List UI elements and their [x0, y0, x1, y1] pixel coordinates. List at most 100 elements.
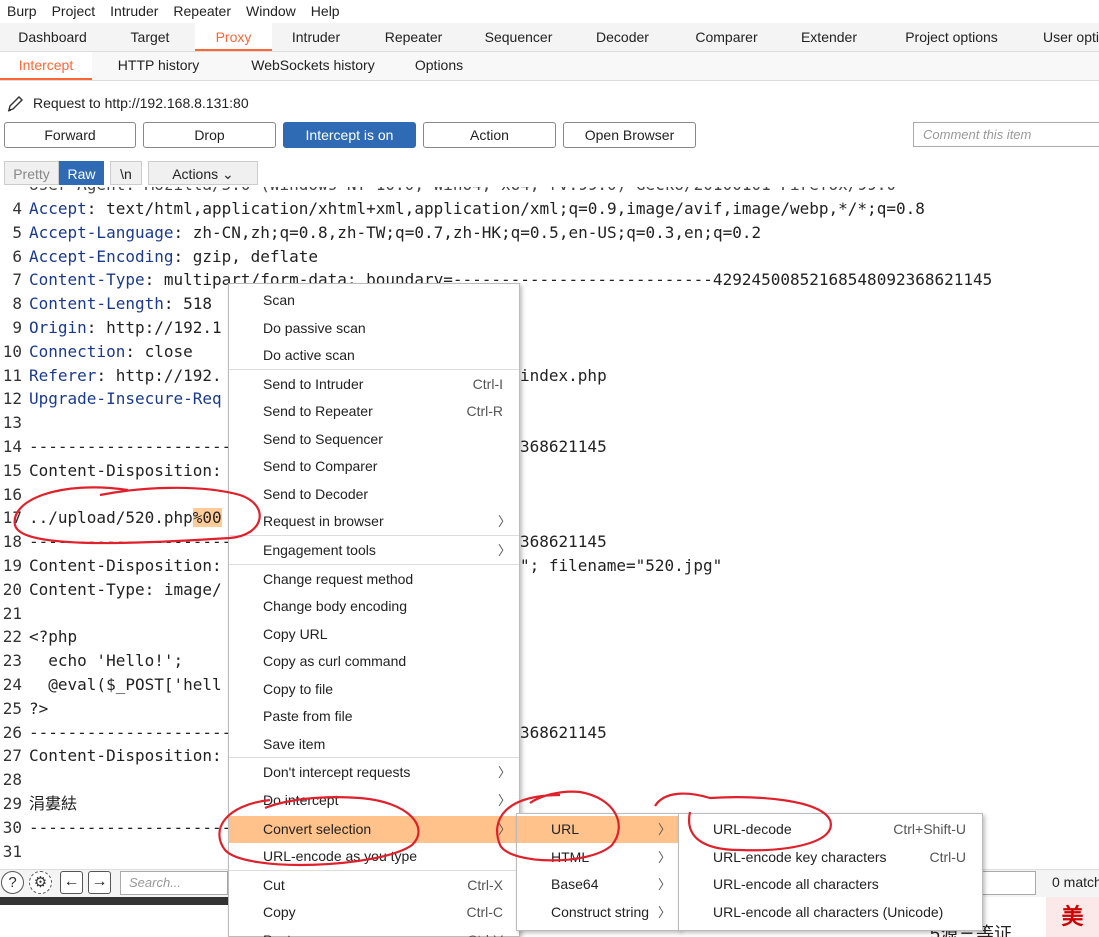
editor-line: 19 Content-Disposition:: [0, 554, 222, 578]
forward-button[interactable]: Forward: [4, 122, 136, 148]
editor-line: 21: [0, 602, 29, 626]
tab-intercept[interactable]: Intercept: [0, 52, 92, 80]
tab-user-options[interactable]: User opti: [1023, 23, 1099, 51]
tab-extender[interactable]: Extender: [778, 23, 880, 51]
menu-item-label: Paste from file: [263, 708, 353, 724]
menu-shortcut: Ctrl-C: [466, 904, 503, 920]
menu-separator: [229, 535, 519, 536]
tab-project-options[interactable]: Project options: [880, 23, 1023, 51]
menu-item-send-to-comparer[interactable]: Send to Comparer: [229, 453, 519, 480]
editor-line: 29 涓婁紶: [0, 792, 77, 816]
tab-sequencer[interactable]: Sequencer: [467, 23, 570, 51]
help-icon[interactable]: ?: [1, 871, 24, 894]
menu-item-label: URL-encode as you type: [263, 848, 418, 864]
request-editor[interactable]: User-Agent: Mozilla/5.0 (Windows NT 10.0…: [0, 187, 1099, 867]
menu-item-don-t-intercept-requests[interactable]: Don't intercept requests 〉: [229, 759, 519, 786]
chevron-right-icon: 〉: [497, 793, 511, 808]
menu-item-copy-as-curl-command[interactable]: Copy as curl command: [229, 648, 519, 675]
menu-item-cut[interactable]: Cut Ctrl-X: [229, 872, 519, 899]
menu-repeater[interactable]: Repeater: [166, 3, 239, 19]
editor-line: 27 Content-Disposition:: [0, 744, 222, 768]
tab-options[interactable]: Options: [401, 52, 477, 80]
view-raw-tab[interactable]: Raw: [59, 161, 104, 185]
show-newlines-toggle[interactable]: \n: [110, 161, 142, 185]
menu-item-label: Send to Sequencer: [263, 431, 383, 447]
menu-item-copy-url[interactable]: Copy URL: [229, 621, 519, 648]
convert-item-url[interactable]: URL 〉: [517, 816, 679, 843]
menu-item-do-active-scan[interactable]: Do active scan: [229, 342, 519, 369]
view-tabs: Pretty Raw \n Actions ⌄: [4, 161, 258, 185]
editor-line: 30 ----------------------: [0, 816, 241, 840]
tab-target[interactable]: Target: [105, 23, 195, 51]
back-arrow-icon[interactable]: ←: [60, 871, 83, 894]
menu-window[interactable]: Window: [239, 3, 304, 19]
editor-line: 28: [0, 768, 29, 792]
menu-item-send-to-repeater[interactable]: Send to Repeater Ctrl-R: [229, 398, 519, 425]
convert-selection-submenu: URL 〉 HTML 〉 Base64 〉 Construct string 〉: [516, 813, 680, 931]
menu-burp[interactable]: Burp: [0, 3, 45, 19]
line-number: 4: [12, 199, 22, 218]
comment-input[interactable]: Comment this item: [913, 122, 1099, 147]
menu-help[interactable]: Help: [304, 3, 348, 19]
drop-button[interactable]: Drop: [143, 122, 276, 148]
menu-item-send-to-intruder[interactable]: Send to Intruder Ctrl-I: [229, 371, 519, 398]
menu-item-send-to-decoder[interactable]: Send to Decoder: [229, 481, 519, 508]
intercept-toggle-button[interactable]: Intercept is on: [283, 122, 416, 148]
menu-item-label: HTML: [551, 848, 590, 865]
header-key: Origin: [29, 318, 87, 337]
menu-item-do-passive-scan[interactable]: Do passive scan: [229, 315, 519, 342]
tab-comparer[interactable]: Comparer: [675, 23, 778, 51]
menu-item-label: URL-encode key characters: [713, 848, 887, 865]
menu-item-scan[interactable]: Scan: [229, 287, 519, 314]
tab-intruder[interactable]: Intruder: [272, 23, 360, 51]
menu-item-copy-to-file[interactable]: Copy to file: [229, 676, 519, 703]
action-button[interactable]: Action: [423, 122, 556, 148]
line-text: : zh-CN,zh;q=0.8,zh-TW;q=0.7,zh-HK;q=0.5…: [173, 222, 762, 242]
convert-item-construct-string[interactable]: Construct string 〉: [517, 899, 679, 926]
forward-arrow-icon[interactable]: →: [88, 871, 111, 894]
tab-repeater[interactable]: Repeater: [360, 23, 467, 51]
menu-project[interactable]: Project: [45, 3, 104, 19]
actions-dropdown[interactable]: Actions ⌄: [148, 161, 258, 185]
tab-http-history[interactable]: HTTP history: [92, 52, 225, 80]
tab-websockets-history[interactable]: WebSockets history: [225, 52, 401, 80]
menu-item-copy[interactable]: Copy Ctrl-C: [229, 899, 519, 926]
convert-item-base64[interactable]: Base64 〉: [517, 871, 679, 898]
menu-separator: [229, 564, 519, 565]
menu-item-engagement-tools[interactable]: Engagement tools 〉: [229, 537, 519, 564]
menu-shortcut: Ctrl+Shift-U: [893, 821, 966, 837]
menu-item-save-item[interactable]: Save item: [229, 731, 519, 758]
menu-item-change-body-encoding[interactable]: Change body encoding: [229, 593, 519, 620]
menu-item-convert-selection[interactable]: Convert selection 〉: [229, 816, 519, 843]
menu-item-paste[interactable]: Paste Ctrl-V: [229, 927, 519, 937]
line-number: 11: [2, 365, 22, 385]
header-key: Referer: [29, 365, 97, 385]
search-input[interactable]: Search...: [120, 871, 228, 895]
tab-proxy[interactable]: Proxy: [195, 23, 272, 51]
url-item-url-encode-key-characters[interactable]: URL-encode key characters Ctrl-U: [679, 844, 982, 871]
editor-line: 9 Origin: http://192.1: [0, 316, 221, 340]
menu-intruder[interactable]: Intruder: [103, 3, 166, 19]
chevron-right-icon: 〉: [497, 514, 511, 529]
line-number: 19: [2, 556, 22, 575]
menu-item-url-encode-as-you-type[interactable]: URL-encode as you type: [229, 843, 519, 870]
header-key: Accept: [29, 199, 87, 218]
line-text: : 518: [163, 294, 213, 314]
editor-line: 8 Content-Length: 518: [0, 292, 212, 316]
tab-decoder[interactable]: Decoder: [570, 23, 675, 51]
view-pretty-tab[interactable]: Pretty: [4, 161, 59, 185]
menu-item-do-intercept[interactable]: Do intercept 〉: [229, 787, 519, 814]
url-item-url-decode[interactable]: URL-decode Ctrl+Shift-U: [679, 816, 982, 843]
menu-item-request-in-browser[interactable]: Request in browser 〉: [229, 508, 519, 535]
open-browser-button[interactable]: Open Browser: [563, 122, 696, 148]
menu-item-send-to-sequencer[interactable]: Send to Sequencer: [229, 426, 519, 453]
line-number: 8: [12, 294, 22, 314]
convert-item-html[interactable]: HTML 〉: [517, 844, 679, 871]
url-item-url-encode-all-characters[interactable]: URL-encode all characters: [679, 871, 982, 898]
menu-item-change-request-method[interactable]: Change request method: [229, 566, 519, 593]
url-item-url-encode-all-characters-unicode[interactable]: URL-encode all characters (Unicode): [679, 899, 982, 926]
gear-icon[interactable]: ⚙: [29, 871, 52, 894]
tab-dashboard[interactable]: Dashboard: [0, 23, 105, 51]
menu-item-paste-from-file[interactable]: Paste from file: [229, 703, 519, 730]
menu-item-label: Engagement tools: [263, 542, 376, 558]
